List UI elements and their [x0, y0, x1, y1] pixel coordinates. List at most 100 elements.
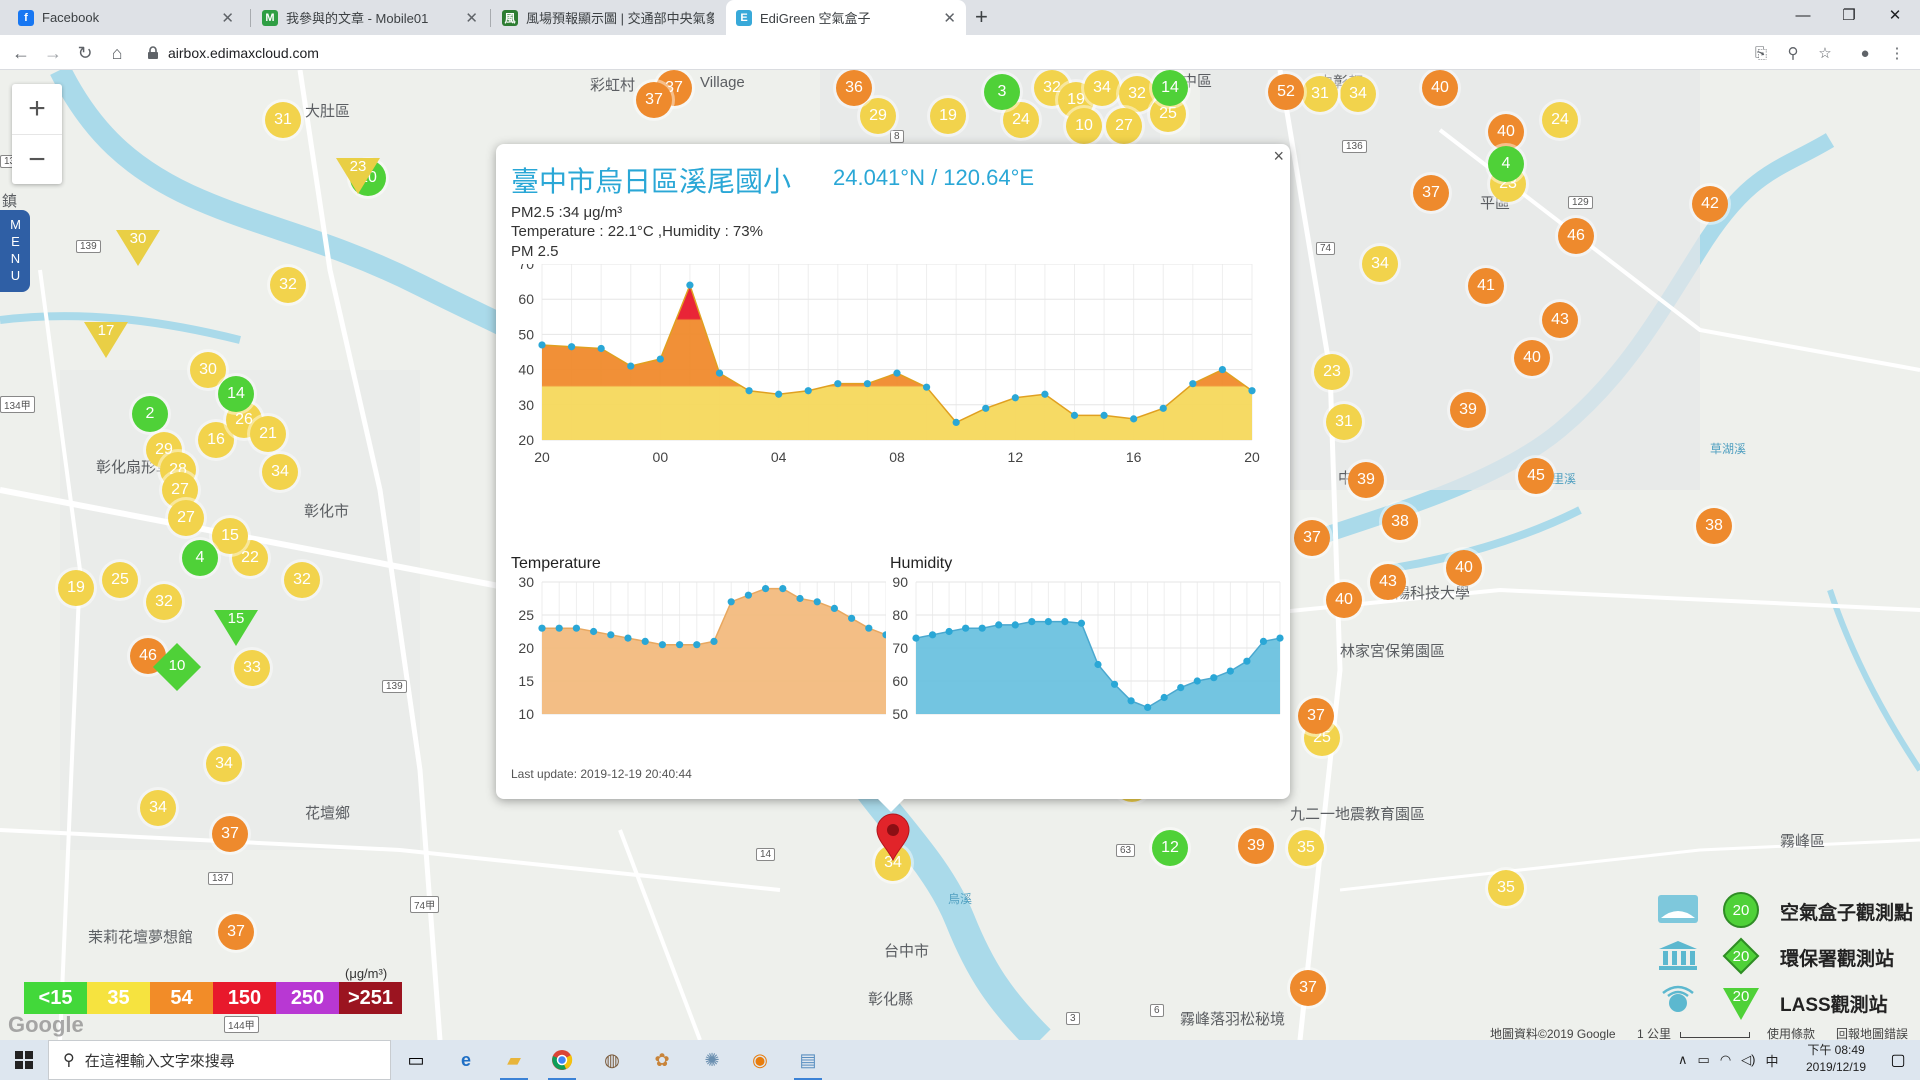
data-point[interactable] [607, 631, 615, 639]
data-point[interactable] [834, 380, 842, 388]
more-menu-icon[interactable]: ⋮ [1886, 42, 1908, 64]
airbox-marker[interactable]: 19 [58, 570, 94, 606]
network-icon[interactable]: ◠ [1720, 1052, 1731, 1068]
app-icon[interactable]: ▤ [788, 1044, 828, 1080]
airbox-marker[interactable]: 3 [984, 74, 1020, 110]
tab-edigreen[interactable]: E EdiGreen 空氣盒子 ✕ [726, 0, 966, 35]
airbox-marker[interactable]: 40 [1422, 70, 1458, 106]
data-point[interactable] [597, 344, 605, 353]
data-point[interactable] [676, 641, 684, 649]
airbox-marker[interactable]: 31 [1302, 76, 1338, 112]
terms-link[interactable]: 使用條款 [1767, 1025, 1815, 1040]
app-icon[interactable]: ✿ [642, 1044, 682, 1076]
data-point[interactable] [727, 598, 735, 606]
data-point[interactable] [962, 624, 970, 632]
airbox-marker[interactable]: 4 [182, 540, 218, 576]
airbox-marker[interactable]: 34 [140, 790, 176, 826]
airbox-marker[interactable]: 40 [1326, 582, 1362, 618]
data-point[interactable] [762, 585, 770, 593]
airbox-marker[interactable]: 38 [1696, 508, 1732, 544]
data-point[interactable] [922, 383, 931, 391]
start-button[interactable] [0, 1040, 48, 1080]
volume-icon[interactable]: ◁) [1741, 1052, 1755, 1068]
airbox-marker[interactable]: 41 [1468, 268, 1504, 304]
airbox-marker[interactable]: 4 [1488, 146, 1524, 182]
data-point[interactable] [1028, 618, 1036, 626]
airbox-marker[interactable]: 43 [1370, 564, 1406, 600]
airbox-marker[interactable]: 32 [284, 562, 320, 598]
airbox-marker[interactable]: 37 [218, 914, 254, 950]
data-point[interactable] [715, 369, 724, 377]
data-point[interactable] [848, 614, 856, 622]
airbox-marker[interactable]: 24 [1542, 102, 1578, 138]
forward-icon[interactable]: → [40, 40, 66, 66]
data-point[interactable] [893, 369, 901, 377]
window-close-icon[interactable]: ✕ [1872, 0, 1918, 30]
popup-close-button[interactable]: × [1273, 146, 1284, 167]
app-icon[interactable]: ◍ [592, 1044, 632, 1076]
data-point[interactable] [1011, 621, 1019, 629]
data-point[interactable] [641, 637, 649, 645]
data-point[interactable] [945, 627, 953, 636]
airbox-marker[interactable]: 37 [1413, 175, 1449, 211]
airbox-marker[interactable]: 34 [1340, 76, 1376, 112]
data-point[interactable] [1243, 657, 1251, 665]
close-tab-icon[interactable]: ✕ [943, 9, 956, 27]
data-point[interactable] [978, 624, 986, 632]
data-point[interactable] [912, 634, 920, 642]
airbox-marker[interactable]: 2 [132, 396, 168, 432]
back-icon[interactable]: ← [8, 40, 34, 66]
reload-icon[interactable]: ↻ [72, 40, 98, 66]
airbox-marker[interactable]: 40 [1488, 114, 1524, 150]
data-point[interactable] [627, 362, 635, 370]
data-point[interactable] [1276, 634, 1284, 642]
data-point[interactable] [1160, 693, 1168, 702]
data-point[interactable] [779, 585, 787, 593]
battery-icon[interactable]: ▭ [1698, 1052, 1710, 1068]
airbox-marker[interactable]: 37 [636, 82, 672, 118]
airbox-marker[interactable]: 35 [1288, 830, 1324, 866]
data-point[interactable] [590, 627, 598, 636]
airbox-marker[interactable]: 32 [1119, 76, 1155, 112]
data-point[interactable] [572, 624, 580, 632]
data-point[interactable] [1094, 660, 1102, 669]
data-point[interactable] [995, 621, 1003, 629]
data-point[interactable] [928, 631, 937, 639]
tab-facebook[interactable]: f Facebook ✕ [8, 0, 244, 35]
profile-icon[interactable]: ● [1854, 42, 1876, 64]
data-point[interactable] [1159, 404, 1167, 412]
lass-marker[interactable]: 30 [116, 230, 160, 266]
file-explorer-icon[interactable]: ▰ [494, 1044, 534, 1080]
airbox-marker[interactable]: 34 [262, 454, 298, 490]
data-point[interactable] [865, 624, 873, 632]
data-point[interactable] [624, 634, 632, 642]
data-point[interactable] [1177, 684, 1185, 692]
address-bar[interactable]: airbox.edimaxcloud.com [138, 40, 1738, 66]
tab-cwb[interactable]: 風 風場預報顯示圖 | 交通部中央氣象局 [492, 0, 724, 35]
airbox-marker[interactable]: 37 [212, 816, 248, 852]
data-point[interactable] [567, 343, 576, 351]
data-point[interactable] [1259, 637, 1268, 645]
airbox-marker[interactable]: 27 [1106, 108, 1142, 144]
bookmark-star-icon[interactable]: ☆ [1814, 42, 1836, 64]
data-point[interactable] [658, 641, 666, 649]
translate-icon[interactable]: ⎘ [1750, 42, 1772, 64]
data-point[interactable] [1070, 411, 1079, 419]
data-point[interactable] [982, 404, 990, 412]
airbox-marker[interactable]: 10 [1066, 108, 1102, 144]
data-point[interactable] [796, 594, 804, 603]
zoom-out-button[interactable]: − [12, 134, 62, 184]
airbox-marker[interactable]: 39 [1348, 462, 1384, 498]
zoom-in-button[interactable]: + [12, 84, 62, 134]
restore-icon[interactable]: ❐ [1826, 0, 1872, 30]
data-point[interactable] [813, 598, 821, 606]
airbox-marker[interactable]: 39 [1238, 828, 1274, 864]
airbox-marker[interactable]: 29 [860, 98, 896, 134]
airbox-marker[interactable]: 46 [1558, 218, 1594, 254]
airbox-marker[interactable]: 37 [1298, 698, 1334, 734]
chevron-up-icon[interactable]: ∧ [1678, 1052, 1688, 1068]
data-point[interactable] [1248, 387, 1256, 395]
data-point[interactable] [775, 390, 783, 398]
data-point[interactable] [1077, 619, 1086, 627]
data-point[interactable] [710, 637, 718, 645]
